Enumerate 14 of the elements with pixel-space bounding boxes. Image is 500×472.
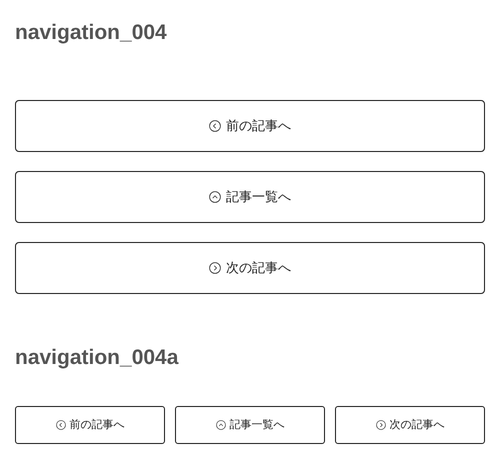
- circle-chevron-up-icon: [216, 420, 226, 430]
- nav-button[interactable]: 前の記事へ: [15, 406, 165, 444]
- nav-button[interactable]: 次の記事へ: [15, 242, 485, 294]
- circle-chevron-right-icon: [376, 420, 386, 430]
- circle-chevron-left-icon: [56, 420, 66, 430]
- section-heading: navigation_004a: [15, 345, 178, 371]
- circle-chevron-right-icon: [209, 262, 221, 274]
- nav-button[interactable]: 記事一覧へ: [15, 171, 485, 223]
- nav-button[interactable]: 記事一覧へ: [175, 406, 325, 444]
- section-heading: navigation_004: [15, 20, 167, 46]
- circle-chevron-left-icon: [209, 120, 221, 132]
- circle-chevron-up-icon: [209, 191, 221, 203]
- nav-button[interactable]: 次の記事へ: [335, 406, 485, 444]
- nav-button[interactable]: 前の記事へ: [15, 100, 485, 152]
